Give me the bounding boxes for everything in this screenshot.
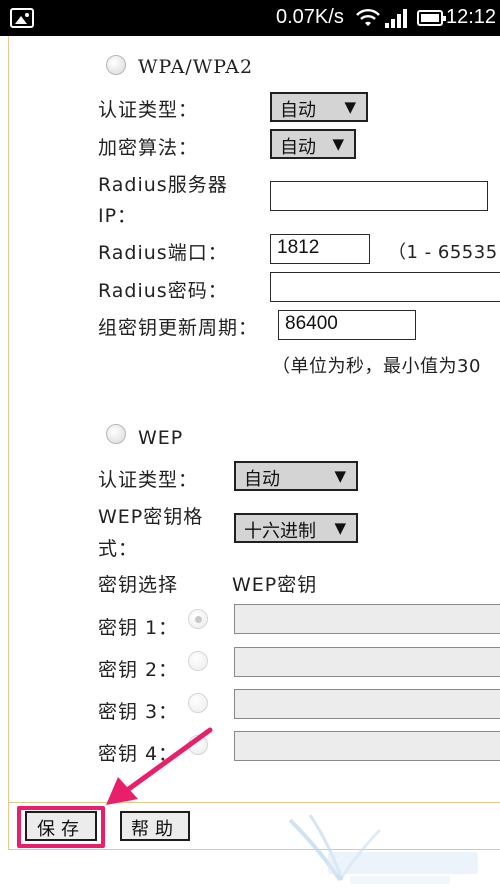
radius-server-label-ip: IP：	[98, 205, 138, 227]
wpa-encrypt-value: 自动	[280, 137, 316, 158]
wpa-auth-label: 认证类型：	[98, 99, 199, 121]
frame-divider	[8, 802, 9, 850]
wpa-title: WPA/WPA2	[138, 56, 254, 78]
wpa-auth-select[interactable]: 自动 ▼	[270, 92, 368, 122]
radius-server-label: Radius服务器	[98, 174, 228, 196]
wep-auth-value: 自动	[244, 469, 280, 490]
dropdown-arrow-icon: ▼	[344, 98, 356, 116]
dropdown-arrow-icon: ▼	[334, 467, 346, 485]
radius-port-hint: （1 - 65535	[388, 242, 498, 263]
signal-icon	[385, 9, 407, 28]
wep-key-label: 密钥 1：	[98, 617, 179, 639]
wpa-auth-value: 自动	[280, 100, 316, 121]
help-button[interactable]: 帮助	[120, 811, 190, 841]
wep-key-format-select[interactable]: 十六进制 ▼	[234, 513, 358, 543]
network-speed: 0.07K/s	[276, 6, 344, 28]
wep-key-format-value: 十六进制	[244, 521, 316, 542]
save-button[interactable]: 保存	[25, 811, 97, 841]
radius-port-input[interactable]: 1812	[270, 234, 370, 264]
dropdown-arrow-icon: ▼	[334, 519, 346, 537]
group-key-period-label: 组密钥更新周期：	[98, 317, 259, 339]
wep-radio[interactable]	[106, 424, 126, 444]
wep-key-input[interactable]	[234, 689, 500, 719]
radius-password-label: Radius密码：	[98, 280, 228, 302]
wpa-radio[interactable]	[106, 55, 126, 75]
wep-key-radio[interactable]	[188, 609, 208, 629]
status-bar: 0.07K/s 12:12	[0, 0, 500, 36]
clock: 12:12	[446, 6, 497, 28]
gallery-icon	[10, 8, 34, 28]
annotation-arrow-icon	[106, 727, 213, 805]
wep-key-format-label: WEP密钥格	[98, 506, 204, 528]
watermark-logo	[288, 814, 478, 884]
wpa-encrypt-select[interactable]: 自动 ▼	[270, 129, 356, 159]
key-select-header: 密钥选择	[98, 574, 179, 596]
wpa-encrypt-label: 加密算法：	[98, 137, 199, 159]
wep-auth-label: 认证类型：	[98, 469, 199, 491]
wep-key-radio[interactable]	[188, 693, 208, 713]
battery-icon	[417, 10, 446, 26]
frame-divider	[8, 802, 500, 803]
group-key-period-hint: （单位为秒，最小值为30	[272, 356, 481, 377]
wep-key-input[interactable]	[234, 604, 500, 634]
wep-title: WEP	[138, 427, 184, 449]
radius-port-label: Radius端口：	[98, 242, 228, 264]
group-key-period-input[interactable]: 86400	[278, 310, 416, 340]
wep-auth-select[interactable]: 自动 ▼	[234, 461, 358, 491]
settings-frame	[8, 36, 500, 802]
wep-key-input[interactable]	[234, 731, 500, 761]
wep-key-input[interactable]	[234, 647, 500, 677]
wep-key-radio[interactable]	[188, 651, 208, 671]
wifi-icon	[356, 9, 380, 26]
radius-server-input[interactable]	[270, 181, 488, 211]
radius-password-input[interactable]	[270, 272, 500, 302]
dropdown-arrow-icon: ▼	[332, 135, 344, 153]
wep-key-header: WEP密钥	[232, 574, 318, 596]
wep-key-label: 密钥 2：	[98, 659, 179, 681]
wep-key-format-label-2: 式：	[98, 538, 139, 560]
wep-key-label: 密钥 3：	[98, 701, 179, 723]
